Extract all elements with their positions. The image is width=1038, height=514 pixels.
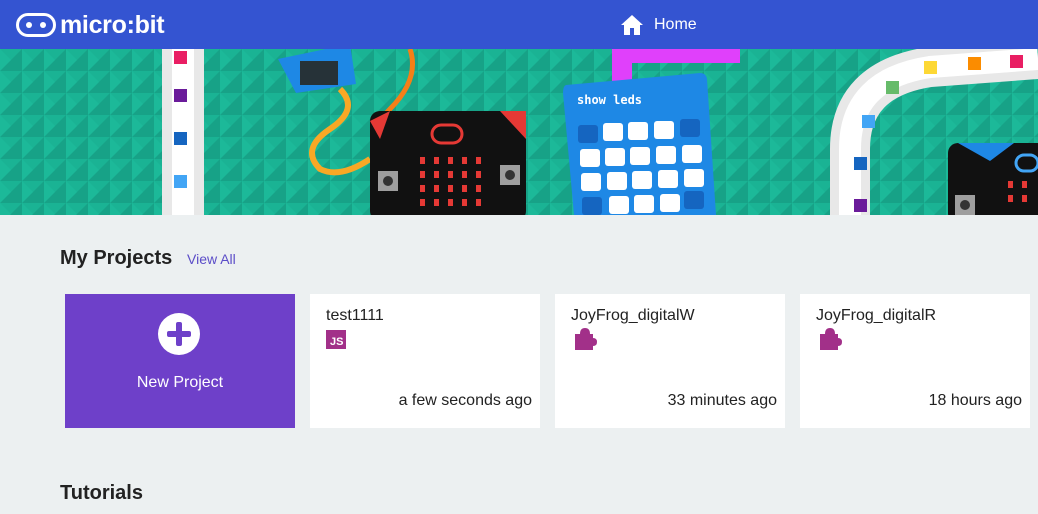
new-project-button[interactable]: New Project xyxy=(65,294,295,428)
microbit-logo[interactable]: micro:bit xyxy=(16,11,165,39)
plus-icon xyxy=(158,313,200,355)
show-leds-label: show leds xyxy=(577,93,642,107)
home-icon xyxy=(621,15,643,35)
puzzle-icon xyxy=(575,328,597,350)
project-name: JoyFrog_digitalR xyxy=(816,307,937,324)
my-projects-heading: My Projects xyxy=(60,247,173,269)
project-name: JoyFrog_digitalW xyxy=(571,307,695,324)
view-all-link[interactable]: View All xyxy=(187,251,236,267)
js-icon: JS xyxy=(326,330,346,349)
project-time: 18 hours ago xyxy=(928,392,1022,409)
new-project-label: New Project xyxy=(136,374,224,391)
hero-banner: show leds xyxy=(0,49,1038,215)
project-card[interactable]: JoyFrog_digitalW 33 minutes ago xyxy=(555,294,785,428)
puzzle-icon xyxy=(820,328,842,350)
logo-text: micro:bit xyxy=(60,11,165,39)
microbit-logo-icon xyxy=(16,13,56,37)
hero-illustration: show leds xyxy=(0,49,1038,215)
project-card[interactable]: test1111 JS a few seconds ago xyxy=(310,294,540,428)
project-time: a few seconds ago xyxy=(398,392,532,409)
top-bar: micro:bit Home xyxy=(0,0,1038,49)
home-button[interactable]: Home xyxy=(620,13,697,37)
tutorials-heading: Tutorials xyxy=(60,482,143,504)
project-card[interactable]: JoyFrog_digitalR 18 hours ago xyxy=(800,294,1030,428)
home-label: Home xyxy=(654,16,697,33)
project-time: 33 minutes ago xyxy=(667,392,777,409)
project-name: test1111 xyxy=(326,307,384,324)
